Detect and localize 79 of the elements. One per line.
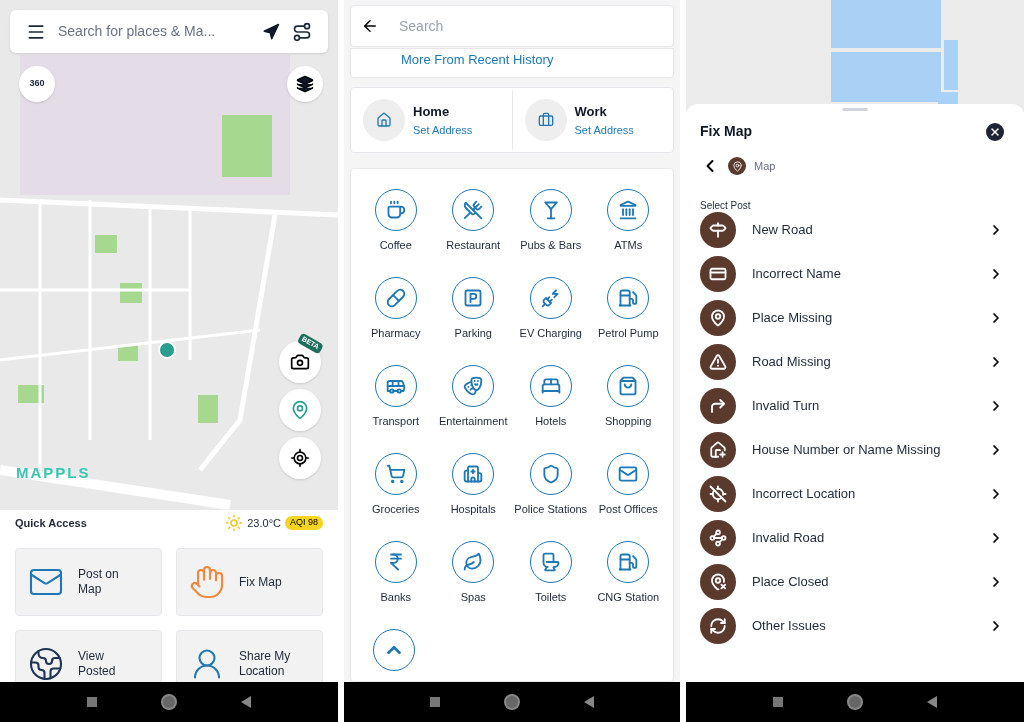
- back-icon[interactable]: [584, 696, 594, 708]
- envelope-icon: [618, 464, 639, 484]
- parking-icon: [463, 288, 484, 308]
- home-icon[interactable]: [504, 694, 520, 710]
- category-button[interactable]: Shopping: [589, 365, 667, 445]
- home-icon[interactable]: [847, 694, 863, 710]
- category-button[interactable]: Petrol Pump: [589, 277, 667, 357]
- pin-x-icon: [700, 564, 736, 600]
- place-title: Home: [413, 103, 451, 121]
- section-title: Quick Access: [15, 515, 87, 531]
- shield-icon: [540, 464, 561, 484]
- sun-icon: [225, 514, 244, 532]
- cup-icon: [385, 200, 406, 220]
- pill-icon: [385, 288, 406, 308]
- pin-icon: [728, 157, 746, 175]
- set-address-link[interactable]: Set Address: [574, 121, 634, 138]
- category-button[interactable]: Coffee: [357, 189, 435, 269]
- toilet-icon: [540, 552, 561, 572]
- masks-icon: [463, 376, 484, 396]
- temperature: 23.0°C: [247, 515, 281, 531]
- sheet-title: Fix Map: [700, 122, 753, 141]
- house-icon: [700, 432, 736, 468]
- category-button[interactable]: Hotels: [512, 365, 590, 445]
- place-title: Work: [574, 103, 608, 121]
- bag-icon: [618, 376, 639, 396]
- route-icon: [700, 520, 736, 556]
- fuel-pump-icon: [618, 288, 639, 308]
- refresh-icon: [700, 608, 736, 644]
- category-button[interactable]: Groceries: [357, 453, 435, 533]
- aqi-badge: AQI 98: [285, 516, 323, 530]
- category-button[interactable]: Banks: [357, 541, 435, 621]
- house-icon[interactable]: [363, 99, 405, 141]
- set-address-link[interactable]: Set Address: [413, 121, 473, 138]
- close-icon[interactable]: [986, 122, 1004, 141]
- category-button[interactable]: Transport: [357, 365, 435, 445]
- turn-icon: [700, 388, 736, 424]
- back-icon[interactable]: [241, 696, 251, 708]
- leaf-icon: [463, 552, 484, 572]
- category-button[interactable]: Police Stations: [512, 453, 590, 533]
- fork-knife-icon: [463, 200, 484, 220]
- quick-access-card[interactable]: Share My Location: [176, 630, 323, 682]
- category-button[interactable]: Parking: [434, 277, 512, 357]
- section-label: Select Post: [700, 200, 752, 212]
- quick-access-card[interactable]: Fix Map: [176, 548, 323, 616]
- fuel-pump-icon: [618, 552, 639, 572]
- category-button[interactable]: Spas: [434, 541, 512, 621]
- back-icon[interactable]: [927, 696, 937, 708]
- category-button[interactable]: Toilets: [512, 541, 590, 621]
- quick-access-card[interactable]: View Posted: [15, 630, 162, 682]
- category-button[interactable]: Pharmacy: [357, 277, 435, 357]
- category-button[interactable]: Post Offices: [589, 453, 667, 533]
- directions-icon[interactable]: [262, 22, 280, 41]
- category-button[interactable]: Restaurant: [434, 189, 512, 269]
- pin-icon: [290, 400, 310, 420]
- route-icon[interactable]: [292, 21, 312, 42]
- bank-icon: [618, 200, 639, 220]
- category-button[interactable]: ATMs: [589, 189, 667, 269]
- category-button[interactable]: Entertainment: [434, 365, 512, 445]
- layers-icon: [296, 75, 314, 93]
- camera-icon: [290, 352, 310, 372]
- logo: MAPPLS: [16, 463, 91, 483]
- location-off-icon: [700, 476, 736, 512]
- quick-access-card[interactable]: Post on Map: [15, 548, 162, 616]
- pin-icon: [700, 300, 736, 336]
- category-button[interactable]: EV Charging: [512, 277, 590, 357]
- warning-icon: [700, 344, 736, 380]
- search-placeholder[interactable]: Search for places & Ma...: [58, 21, 250, 42]
- search-bar[interactable]: Search for places & Ma...: [10, 10, 328, 53]
- briefcase-icon[interactable]: [524, 99, 567, 141]
- category-button[interactable]: Pubs & Bars: [512, 189, 590, 269]
- bed-icon: [540, 376, 561, 396]
- plug-icon: [540, 288, 561, 308]
- hospital-icon: [463, 464, 484, 484]
- category-button[interactable]: CNG Station: [589, 541, 667, 621]
- home-icon[interactable]: [161, 694, 177, 710]
- locate-icon: [290, 448, 310, 468]
- category-button[interactable]: Hospitals: [434, 453, 512, 533]
- breadcrumb: Map: [754, 158, 776, 174]
- cart-icon: [385, 464, 406, 484]
